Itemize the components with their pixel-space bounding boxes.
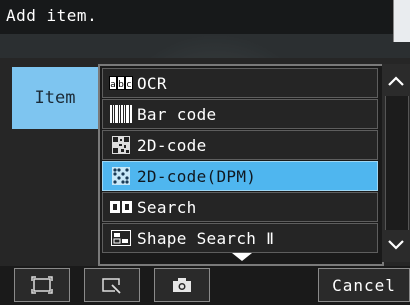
tab-item[interactable]: Item	[12, 67, 98, 129]
svg-text:c: c	[127, 80, 132, 90]
fit-screen-button[interactable]	[14, 268, 70, 302]
list-item-search[interactable]: Search	[102, 192, 378, 222]
tab-item-label: Item	[34, 88, 76, 108]
scroll-down-button[interactable]	[383, 230, 409, 260]
scroll-up-button[interactable]	[383, 66, 409, 96]
list-item-label: OCR	[137, 73, 167, 93]
prompt-text: Add item.	[6, 6, 98, 25]
list-item-label: 2D-code	[137, 135, 207, 155]
search-icon	[109, 197, 133, 217]
2d-code-dpm-icon	[109, 166, 133, 186]
list-item-label: Bar code	[137, 104, 217, 124]
list-item-2d-code[interactable]: 2D-code	[102, 130, 378, 160]
more-below-indicator-icon	[232, 253, 252, 261]
shape-search-icon	[109, 228, 133, 248]
list-item-bar-code[interactable]: Bar code	[102, 99, 378, 129]
2d-code-icon	[109, 135, 133, 155]
list-item-label: Shape Search Ⅱ	[137, 228, 275, 248]
ocr-icon: a b c	[109, 73, 133, 93]
item-list: a b c OCR Bar code 2D-code 2D-code(DPM) …	[98, 64, 384, 266]
zoom-area-icon	[102, 278, 121, 294]
cancel-button[interactable]: Cancel	[318, 268, 410, 302]
svg-text:b: b	[118, 80, 124, 90]
top-right-button[interactable]	[393, 0, 410, 42]
list-item-label: Search	[137, 197, 197, 217]
chevron-up-icon	[388, 76, 404, 86]
list-item-shape-search-ii[interactable]: Shape Search Ⅱ	[102, 223, 378, 253]
svg-text:a: a	[110, 80, 116, 90]
scrollbar-track[interactable]	[385, 95, 409, 231]
list-item-2d-code-dpm[interactable]: 2D-code(DPM)	[102, 161, 378, 191]
zoom-area-button[interactable]	[84, 268, 140, 302]
barcode-icon	[109, 104, 133, 124]
camera-icon	[173, 278, 191, 292]
list-item-ocr[interactable]: a b c OCR	[102, 68, 378, 98]
list-item-label: 2D-code(DPM)	[137, 166, 257, 186]
chevron-down-icon	[388, 240, 404, 250]
capture-button[interactable]	[154, 268, 210, 302]
fit-frame-icon	[31, 276, 53, 294]
cancel-label: Cancel	[332, 275, 396, 295]
